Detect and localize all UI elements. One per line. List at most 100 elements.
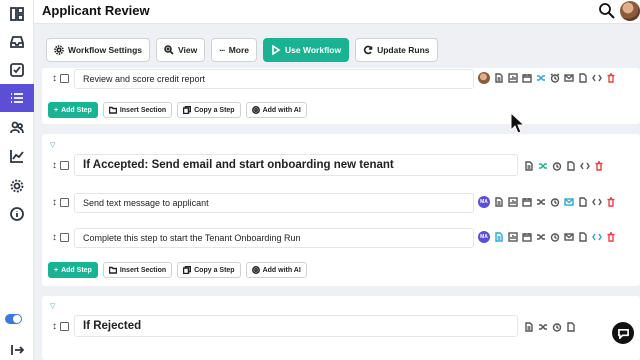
step-checkbox[interactable] bbox=[60, 233, 69, 242]
add-step-label: Add Step bbox=[61, 106, 92, 114]
calendar-icon[interactable] bbox=[522, 196, 532, 208]
assignee-badge[interactable]: MA bbox=[478, 231, 490, 243]
alarm-icon[interactable] bbox=[550, 196, 560, 208]
calendar-icon[interactable] bbox=[522, 231, 532, 243]
sidebar-toggle[interactable] bbox=[5, 314, 22, 324]
step-checkbox[interactable] bbox=[60, 74, 69, 83]
mail-icon[interactable] bbox=[564, 72, 574, 84]
list-icon[interactable] bbox=[0, 84, 34, 112]
code-icon[interactable] bbox=[592, 72, 602, 84]
step-row[interactable]: ↕ Review and score credit report bbox=[42, 69, 640, 89]
collapse-chevron-icon[interactable]: ▽ bbox=[50, 302, 55, 310]
doc-icon[interactable] bbox=[494, 196, 504, 208]
drag-handle-icon[interactable]: ↕ bbox=[52, 321, 58, 332]
insert-section-button[interactable]: Insert Section bbox=[102, 262, 173, 278]
alarm-icon[interactable] bbox=[550, 231, 560, 243]
step-row[interactable]: ↕ Complete this step to start the Tenant… bbox=[42, 228, 640, 248]
trash-icon[interactable] bbox=[606, 72, 616, 84]
drag-handle-icon[interactable]: ↕ bbox=[52, 232, 58, 243]
file-icon[interactable] bbox=[578, 72, 588, 84]
chart-icon[interactable] bbox=[508, 196, 518, 208]
checkbox-icon[interactable] bbox=[0, 56, 34, 84]
add-step-button[interactable]: + Add Step bbox=[48, 262, 98, 278]
drag-handle-icon[interactable]: ↕ bbox=[52, 73, 58, 84]
use-workflow-button[interactable]: Use Workflow bbox=[263, 38, 350, 62]
sidebar bbox=[0, 0, 34, 360]
assignee-badge[interactable]: MA bbox=[478, 196, 490, 208]
chat-button[interactable] bbox=[612, 322, 634, 344]
code-icon[interactable] bbox=[592, 231, 602, 243]
section-icons bbox=[524, 160, 604, 172]
step-title[interactable]: Send text message to applicant bbox=[74, 193, 474, 213]
step-checkbox[interactable] bbox=[60, 198, 69, 207]
section-header-row[interactable]: ↕ If Accepted: Send email and start onbo… bbox=[42, 154, 640, 178]
insert-section-button[interactable]: Insert Section bbox=[102, 102, 173, 118]
update-runs-button[interactable]: Update Runs bbox=[355, 38, 438, 62]
folder-icon bbox=[108, 266, 117, 274]
mail-icon[interactable] bbox=[564, 231, 574, 243]
file-icon[interactable] bbox=[578, 231, 588, 243]
add-with-ai-button[interactable]: Add with AI bbox=[245, 262, 307, 278]
search-icon[interactable] bbox=[598, 2, 616, 20]
mail-icon[interactable] bbox=[564, 196, 574, 208]
shuffle-icon[interactable] bbox=[538, 160, 548, 172]
shuffle-icon[interactable] bbox=[536, 231, 546, 243]
doc-icon[interactable] bbox=[494, 231, 504, 243]
zoom-icon bbox=[164, 45, 174, 55]
shuffle-icon[interactable] bbox=[536, 72, 546, 84]
doc-icon[interactable] bbox=[524, 321, 534, 333]
trash-icon[interactable] bbox=[606, 196, 616, 208]
drag-handle-icon[interactable]: ↕ bbox=[52, 197, 58, 208]
calendar-icon[interactable] bbox=[522, 72, 532, 84]
file-icon[interactable] bbox=[566, 160, 576, 172]
inbox-icon[interactable] bbox=[0, 28, 34, 56]
step-title[interactable]: Review and score credit report bbox=[74, 69, 474, 89]
section-checkbox[interactable] bbox=[60, 322, 69, 331]
section-title[interactable]: If Accepted: Send email and start onboar… bbox=[74, 154, 518, 176]
step-title[interactable]: Complete this step to start the Tenant O… bbox=[74, 228, 474, 248]
section-title[interactable]: If Rejected bbox=[74, 315, 518, 337]
step-icons bbox=[478, 72, 616, 84]
doc-icon[interactable] bbox=[494, 72, 504, 84]
trash-icon[interactable] bbox=[606, 231, 616, 243]
play-icon bbox=[272, 45, 281, 55]
drag-handle-icon[interactable]: ↕ bbox=[52, 160, 58, 171]
alarm-icon[interactable] bbox=[550, 72, 560, 84]
chart-icon[interactable] bbox=[508, 72, 518, 84]
workflow-settings-button[interactable]: Workflow Settings bbox=[46, 38, 150, 62]
section-checkbox[interactable] bbox=[60, 161, 69, 170]
info-icon[interactable] bbox=[0, 200, 34, 228]
add-step-button[interactable]: + Add Step bbox=[48, 102, 98, 118]
code-icon[interactable] bbox=[580, 160, 590, 172]
more-button[interactable]: ··· More bbox=[211, 38, 258, 62]
layout-icon[interactable] bbox=[0, 0, 34, 28]
gear-icon[interactable] bbox=[0, 172, 34, 200]
shuffle-icon[interactable] bbox=[538, 321, 548, 333]
section-card-accepted: ▽ ↕ If Accepted: Send email and start on… bbox=[42, 134, 640, 286]
folder-icon bbox=[108, 106, 117, 114]
plus-icon: + bbox=[54, 106, 59, 114]
doc-icon[interactable] bbox=[524, 160, 534, 172]
file-icon[interactable] bbox=[578, 196, 588, 208]
section-header-row[interactable]: ↕ If Rejected bbox=[42, 315, 640, 339]
chart-icon[interactable] bbox=[508, 231, 518, 243]
copy-step-button[interactable]: Copy a Step bbox=[177, 102, 241, 118]
code-icon[interactable] bbox=[592, 196, 602, 208]
file-icon[interactable] bbox=[566, 321, 576, 333]
chart-icon[interactable] bbox=[0, 142, 34, 170]
user-avatar[interactable] bbox=[620, 1, 640, 21]
alarm-icon[interactable] bbox=[552, 321, 562, 333]
shuffle-icon[interactable] bbox=[536, 196, 546, 208]
alarm-icon[interactable] bbox=[552, 160, 562, 172]
add-with-ai-button[interactable]: Add with AI bbox=[245, 102, 307, 118]
view-button[interactable]: View bbox=[156, 38, 206, 62]
copy-step-button[interactable]: Copy a Step bbox=[177, 262, 241, 278]
collapse-chevron-icon[interactable]: ▽ bbox=[50, 141, 55, 149]
expand-arrow-icon[interactable] bbox=[0, 336, 34, 360]
users-icon[interactable] bbox=[0, 114, 34, 142]
step-row[interactable]: ↕ Send text message to applicant MA bbox=[42, 193, 640, 213]
view-label: View bbox=[178, 45, 198, 55]
trash-icon[interactable] bbox=[594, 160, 604, 172]
assignee-avatar[interactable] bbox=[478, 72, 490, 84]
page-title: Applicant Review bbox=[42, 3, 150, 18]
